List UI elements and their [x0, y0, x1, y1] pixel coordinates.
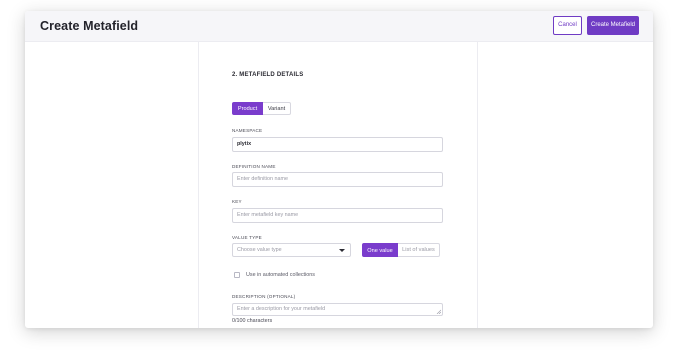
chevron-down-icon	[339, 249, 345, 252]
key-label: KEY	[232, 199, 242, 204]
definition-name-label: DEFINITION NAME	[232, 164, 276, 169]
page-title: Create Metafield	[40, 19, 139, 33]
description-char-count: 0/100 characters	[232, 318, 273, 324]
value-type-select[interactable]: Choose value type	[232, 243, 351, 257]
owner-type-toggle: Product Variant	[232, 102, 291, 115]
namespace-label: NAMESPACE	[232, 128, 263, 133]
create-metafield-button[interactable]: Create Metafield	[587, 16, 639, 35]
header-bar: Create Metafield Cancel Create Metafield	[25, 11, 653, 42]
one-value-option[interactable]: One value	[362, 243, 398, 257]
description-label: DESCRIPTION (OPTIONAL)	[232, 294, 296, 299]
automated-collections-checkbox[interactable]	[234, 272, 240, 278]
product-option[interactable]: Product	[232, 102, 263, 115]
key-input[interactable]: Enter metafield key name	[232, 208, 443, 223]
definition-name-input[interactable]: Enter definition name	[232, 172, 443, 187]
namespace-input[interactable]: plytix	[232, 137, 443, 152]
description-placeholder: Enter a description for your metafield	[237, 306, 326, 312]
metafield-details-panel: 2. METAFIELD DETAILS Product Variant NAM…	[198, 42, 478, 328]
create-metafield-window: Create Metafield Cancel Create Metafield…	[25, 11, 653, 328]
cancel-button[interactable]: Cancel	[553, 16, 582, 35]
description-textarea[interactable]: Enter a description for your metafield	[232, 303, 443, 316]
variant-option[interactable]: Variant	[263, 102, 291, 115]
section-title: 2. METAFIELD DETAILS	[232, 72, 304, 78]
automated-collections-label: Use in automated collections	[246, 272, 315, 278]
value-cardinality-toggle: One value List of values	[362, 243, 440, 257]
value-type-label: VALUE TYPE	[232, 235, 262, 240]
list-of-values-option[interactable]: List of values	[398, 243, 440, 257]
resize-handle-icon[interactable]	[436, 309, 441, 314]
value-type-placeholder: Choose value type	[237, 247, 282, 253]
